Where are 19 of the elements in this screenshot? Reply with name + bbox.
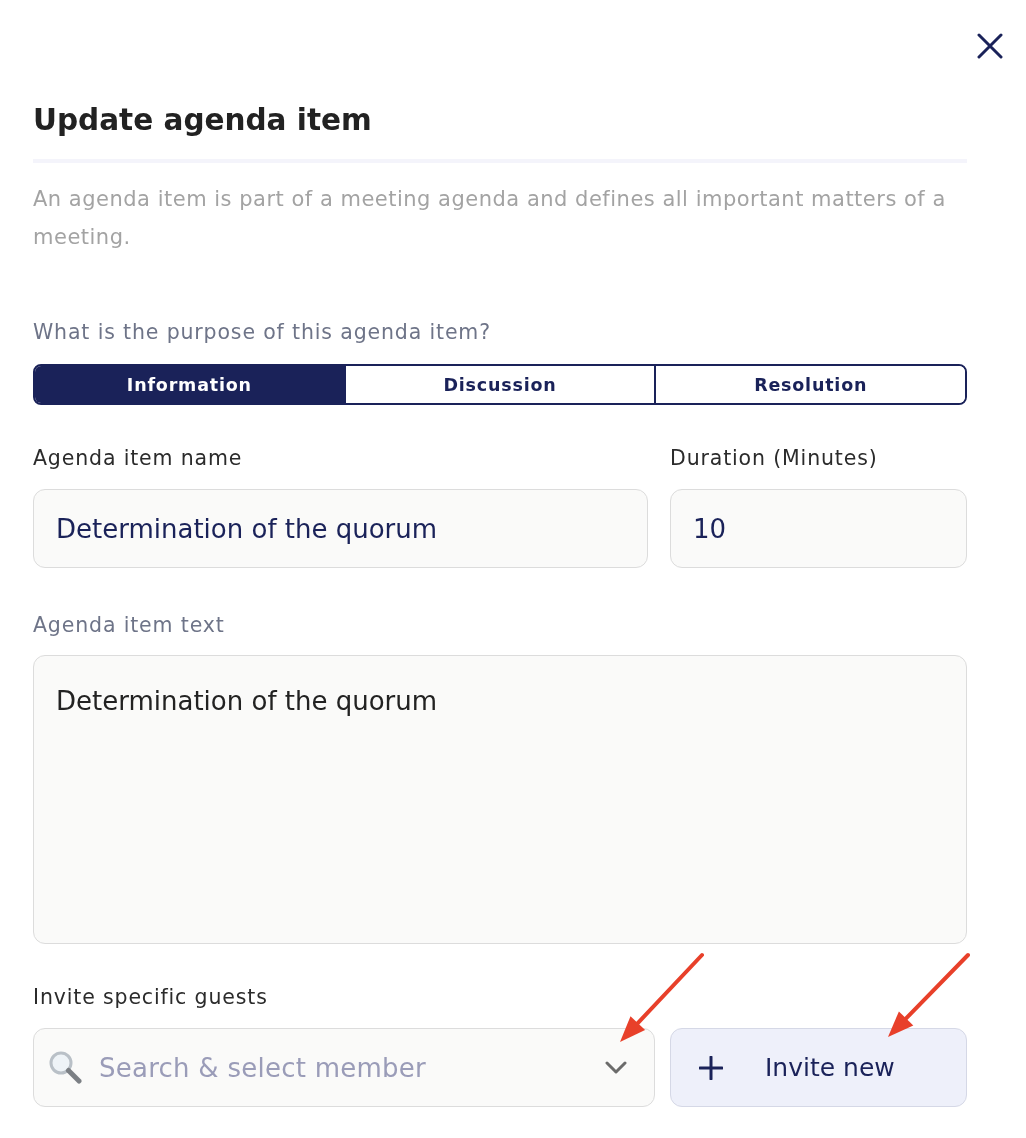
dialog-title: Update agenda item bbox=[33, 102, 373, 139]
member-search-field[interactable]: Search & select member bbox=[33, 1028, 655, 1107]
plus-icon bbox=[699, 1055, 723, 1080]
name-label: Agenda item name bbox=[33, 445, 244, 472]
purpose-label: What is the purpose of this agenda item? bbox=[33, 319, 492, 346]
chevron-down-icon bbox=[605, 1061, 627, 1074]
duration-field[interactable]: 10 bbox=[670, 489, 967, 568]
purpose-tab[interactable]: Information bbox=[35, 366, 344, 403]
close-icon bbox=[977, 33, 1003, 59]
search-icon bbox=[48, 1050, 82, 1084]
duration-label: Duration (Minutes) bbox=[670, 445, 879, 472]
text-label: Agenda item text bbox=[33, 612, 226, 639]
purpose-tab[interactable]: Resolution bbox=[654, 366, 965, 403]
agenda-name-field[interactable]: Determination of the quorum bbox=[33, 489, 648, 568]
guests-label: Invite specific guests bbox=[33, 984, 269, 1011]
close-button[interactable] bbox=[977, 33, 1003, 59]
agenda-text-field[interactable]: Determination of the quorum bbox=[33, 655, 967, 944]
invite-new-button[interactable]: Invite new bbox=[670, 1028, 967, 1107]
dialog-description: An agenda item is part of a meeting agenda and defines all important matters of a meeting. bbox=[33, 186, 947, 251]
